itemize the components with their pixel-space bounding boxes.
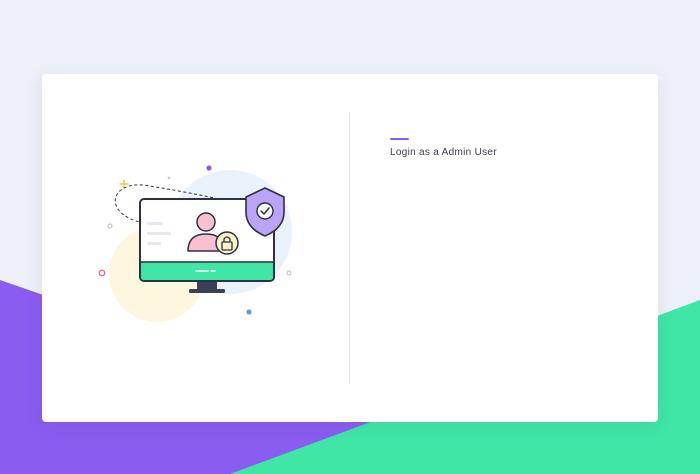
login-title: Login as a Admin User [390, 147, 497, 158]
dot-purple [206, 165, 212, 171]
ring-red [98, 269, 106, 277]
ring-grey-left [107, 223, 113, 229]
login-card: Login as a Admin User [42, 74, 658, 422]
security-illustration [98, 165, 292, 322]
sparkle-icon [119, 179, 129, 189]
vertical-divider [349, 112, 350, 384]
title-accent-bar [390, 138, 409, 140]
login-panel: Login as a Admin User [390, 138, 630, 160]
dot-blue [246, 309, 252, 315]
dot-grey-top [167, 176, 171, 180]
lock-icon [215, 231, 239, 255]
ring-grey-right [286, 270, 292, 276]
